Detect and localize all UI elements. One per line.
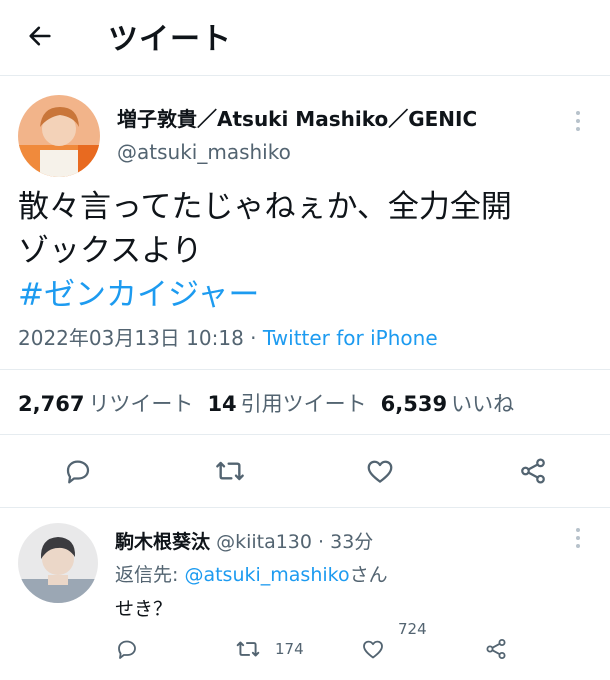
heart-icon xyxy=(363,640,383,659)
quotes-stat[interactable]: 14 引用ツイート xyxy=(207,392,380,416)
share-icon xyxy=(521,458,545,484)
retweet-icon xyxy=(236,641,260,657)
likes-stat[interactable]: 6,539 いいね xyxy=(381,392,528,416)
reply-to-line: 返信先: @atsuki_mashikoさん xyxy=(115,560,388,587)
tweet-text-line-1: 散々言ってたじゃねぇか、全力全開 xyxy=(18,189,512,225)
author-avatar[interactable] xyxy=(18,95,100,177)
retweets-stat[interactable]: 2,767 リツイート xyxy=(18,392,207,416)
tweet-text: 散々言ってたじゃねぇか、全力全開 ゾックスより #ゼンカイジャー xyxy=(18,185,598,317)
hashtag-link[interactable]: #ゼンカイジャー xyxy=(18,273,598,317)
retweet-button[interactable] xyxy=(212,453,248,489)
quotes-count: 14 xyxy=(207,392,237,416)
reply-author-name[interactable]: 駒木根葵汰 xyxy=(115,531,210,553)
likes-label: いいね xyxy=(451,392,515,416)
retweets-count: 2,767 xyxy=(18,392,85,416)
share-icon xyxy=(486,639,506,659)
reply-avatar-image xyxy=(18,523,98,603)
reply-share-button[interactable] xyxy=(482,635,510,663)
reply-author-handle[interactable]: @kiita130 xyxy=(216,531,312,553)
top-header: ツイート xyxy=(0,0,610,72)
reply-to-suffix: さん xyxy=(349,564,388,586)
reply-like-button[interactable] xyxy=(359,635,387,663)
reply-time-separator: · xyxy=(311,531,331,553)
reply-like-count: 724 xyxy=(398,620,427,638)
page-title: ツイート xyxy=(108,22,232,57)
reply-button[interactable] xyxy=(60,453,96,489)
divider xyxy=(0,75,610,76)
retweet-icon xyxy=(216,461,244,481)
arrow-left-icon xyxy=(29,26,51,46)
author-handle[interactable]: @atsuki_mashiko xyxy=(117,140,291,164)
reply-author-avatar[interactable] xyxy=(18,523,98,603)
divider xyxy=(0,434,610,435)
more-vertical-icon[interactable] xyxy=(573,111,583,131)
more-vertical-icon[interactable] xyxy=(573,528,583,548)
divider xyxy=(0,369,610,370)
divider xyxy=(0,507,610,508)
like-button[interactable] xyxy=(362,453,398,489)
meta-separator: · xyxy=(243,326,263,350)
timestamp[interactable]: 2022年03月13日 10:18 xyxy=(18,326,244,350)
likes-count: 6,539 xyxy=(380,392,448,416)
avatar-image xyxy=(18,95,100,177)
share-button[interactable] xyxy=(515,453,551,489)
quotes-label: 引用ツイート xyxy=(240,392,367,416)
tweet-text-line-2: ゾックスより xyxy=(18,233,203,269)
reply-icon xyxy=(118,640,136,659)
heart-icon xyxy=(367,460,393,483)
reply-text: せき？ xyxy=(115,598,173,620)
source-link[interactable]: Twitter for iPhone xyxy=(263,326,438,350)
reply-reply-button[interactable] xyxy=(113,635,141,663)
tweet-stats: 2,767 リツイート 14 引用ツイート 6,539 いいね xyxy=(18,388,528,418)
tweet-meta: 2022年03月13日 10:18 · Twitter for iPhone xyxy=(18,322,438,351)
reply-retweet-count: 174 xyxy=(275,640,304,658)
reply-time[interactable]: 33分 xyxy=(330,531,373,553)
reply-to-handle[interactable]: @atsuki_mashiko xyxy=(184,564,349,586)
reply-retweet-button[interactable] xyxy=(233,634,263,664)
reply-header: 駒木根葵汰 @kiita130 · 33分 xyxy=(115,527,373,554)
retweets-label: リツイート xyxy=(88,392,194,416)
author-name[interactable]: 増子敦貴／Atsuki Mashiko／GENIC xyxy=(117,103,477,132)
back-button[interactable] xyxy=(22,18,58,54)
reply-to-prefix: 返信先: xyxy=(115,564,185,586)
reply-icon xyxy=(66,460,90,484)
